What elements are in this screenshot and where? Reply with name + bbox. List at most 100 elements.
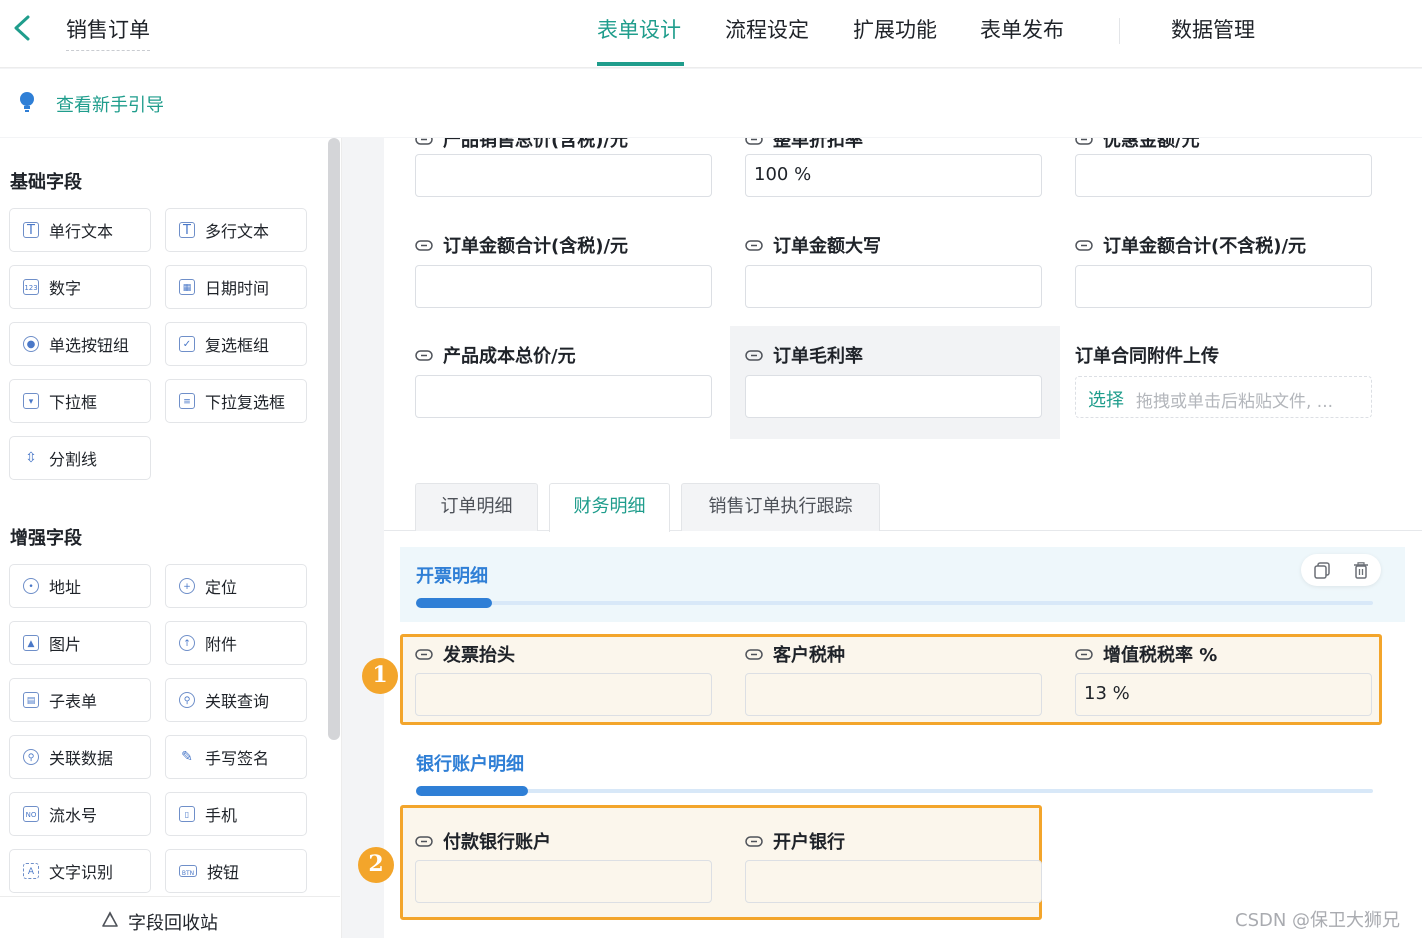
palette-scrollbar[interactable] <box>328 138 340 740</box>
bank-section-title: 银行账户明细 <box>416 754 524 775</box>
field-positioning[interactable]: + 定位 <box>165 564 307 608</box>
label-text: 产品成本总价/元 <box>443 346 576 367</box>
label-text: 发票抬头 <box>443 645 515 666</box>
field-link-data[interactable]: ⚲ 关联数据 <box>9 735 151 779</box>
copy-icon[interactable] <box>1314 562 1330 579</box>
ocr-icon: A <box>23 863 39 879</box>
link-icon <box>745 239 763 251</box>
field-label: 按钮 <box>207 863 240 882</box>
tab-form-design[interactable]: 表单设计 <box>597 14 681 44</box>
tab-data-management[interactable]: 数据管理 <box>1171 14 1255 44</box>
link-icon <box>415 138 433 145</box>
nav-divider <box>1119 18 1120 44</box>
field-checkbox-group[interactable]: ✓ 复选框组 <box>165 322 307 366</box>
bank-section-bar-fill <box>416 786 528 796</box>
field-subform[interactable]: ▤ 子表单 <box>9 678 151 722</box>
field-datetime[interactable]: ▦ 日期时间 <box>165 265 307 309</box>
field-single-line-text[interactable]: T 单行文本 <box>9 208 151 252</box>
tab-execution-tracking[interactable]: 销售订单执行跟踪 <box>681 483 880 531</box>
field-label-product-sales-total: 产品销售总价(含税)/元 <box>415 138 628 152</box>
beginner-guide-link[interactable]: 查看新手引导 <box>56 91 164 117</box>
field-label-order-total-tax-excl: 订单金额合计(不含税)/元 <box>1075 232 1306 258</box>
active-tab-indicator <box>597 62 684 66</box>
gross-margin-input[interactable] <box>745 375 1042 418</box>
order-total-tax-incl-input[interactable] <box>415 265 712 308</box>
label-text: 产品销售总价(含税)/元 <box>443 138 629 151</box>
vat-rate-input[interactable]: 13 % <box>1075 673 1372 716</box>
tab-form-publish[interactable]: 表单发布 <box>980 14 1064 44</box>
field-attachment[interactable]: ↑ 附件 <box>165 621 307 665</box>
payment-bank-account-input[interactable] <box>415 860 712 903</box>
recycle-label: 字段回收站 <box>128 913 218 934</box>
contract-upload-dropzone[interactable]: 选择 拖拽或单击后粘贴文件, ... <box>1075 376 1372 418</box>
product-sales-total-input[interactable] <box>415 154 712 197</box>
basic-fields-title: 基础字段 <box>10 172 82 193</box>
order-total-tax-excl-input[interactable] <box>1075 265 1372 308</box>
link-data-icon: ⚲ <box>23 749 39 765</box>
link-query-icon: ⚲ <box>179 692 195 708</box>
field-label: 定位 <box>205 578 238 597</box>
annotation-badge-2: 2 <box>358 847 394 883</box>
field-phone[interactable]: ▯ 手机 <box>165 792 307 836</box>
back-arrow-icon[interactable] <box>10 14 36 42</box>
field-label: 手写签名 <box>205 749 270 768</box>
field-button[interactable]: BTN 按钮 <box>165 849 307 893</box>
field-radio-group[interactable]: ● 单选按钮组 <box>9 322 151 366</box>
field-label: 下拉框 <box>49 393 98 412</box>
discount-rate-input[interactable]: 100 % <box>745 154 1042 197</box>
invoice-section-header <box>400 547 1405 622</box>
field-label-contract-upload: 订单合同附件上传 <box>1075 342 1219 368</box>
invoice-section-title: 开票明细 <box>416 566 488 587</box>
recycle-icon <box>102 911 118 927</box>
link-icon <box>1075 239 1093 251</box>
field-label: 地址 <box>49 578 82 597</box>
opening-bank-input[interactable] <box>745 860 1042 903</box>
tabs-baseline <box>384 530 1422 531</box>
field-label-product-cost-total: 产品成本总价/元 <box>415 342 576 368</box>
tab-process-settings[interactable]: 流程设定 <box>725 14 809 44</box>
field-divider[interactable]: ⇳ 分割线 <box>9 436 151 480</box>
label-text: 订单金额合计(不含税)/元 <box>1103 236 1307 257</box>
field-multi-line-text[interactable]: T 多行文本 <box>165 208 307 252</box>
field-label: 文字识别 <box>49 863 114 882</box>
field-image[interactable]: ▲ 图片 <box>9 621 151 665</box>
serial-number-icon: NO <box>23 806 39 822</box>
form-title[interactable]: 销售订单 <box>66 14 150 51</box>
section-toolbar <box>1301 554 1381 586</box>
order-amount-capital-input[interactable] <box>745 265 1042 308</box>
field-recycle-bin-button[interactable]: 字段回收站 <box>0 896 340 938</box>
link-icon <box>745 138 763 145</box>
crosshair-icon: + <box>179 578 195 594</box>
divider-icon: ⇳ <box>25 450 37 466</box>
link-icon <box>1075 138 1093 145</box>
link-icon <box>745 835 763 847</box>
tab-finance-details[interactable]: 财务明细 <box>549 483 670 532</box>
field-signature[interactable]: ✎ 手写签名 <box>165 735 307 779</box>
tab-order-details[interactable]: 订单明细 <box>415 483 538 531</box>
field-serial-number[interactable]: NO 流水号 <box>9 792 151 836</box>
discount-amount-input[interactable] <box>1075 154 1372 197</box>
product-cost-total-input[interactable] <box>415 375 712 418</box>
link-icon <box>415 648 433 660</box>
link-icon <box>415 349 433 361</box>
label-text: 订单合同附件上传 <box>1075 346 1219 367</box>
advanced-fields-title: 增强字段 <box>10 528 82 549</box>
field-multi-dropdown[interactable]: ≡ 下拉复选框 <box>165 379 307 423</box>
field-label-opening-bank: 开户银行 <box>745 828 845 854</box>
link-icon <box>745 648 763 660</box>
field-number[interactable]: 123 数字 <box>9 265 151 309</box>
attachment-icon: ↑ <box>179 635 195 651</box>
tab-extensions[interactable]: 扩展功能 <box>853 14 937 44</box>
customer-tax-type-input[interactable] <box>745 673 1042 716</box>
field-dropdown[interactable]: ▾ 下拉框 <box>9 379 151 423</box>
field-address[interactable]: • 地址 <box>9 564 151 608</box>
upload-select-link[interactable]: 选择 <box>1088 386 1124 412</box>
invoice-header-input[interactable] <box>415 673 712 716</box>
label-text: 开户银行 <box>773 832 845 853</box>
field-link-query[interactable]: ⚲ 关联查询 <box>165 678 307 722</box>
delete-icon[interactable] <box>1353 562 1369 579</box>
field-ocr[interactable]: A 文字识别 <box>9 849 151 893</box>
field-label-payment-bank-account: 付款银行账户 <box>415 828 551 854</box>
invoice-section-bar-fill <box>416 598 492 608</box>
single-line-text-icon: T <box>23 222 39 238</box>
